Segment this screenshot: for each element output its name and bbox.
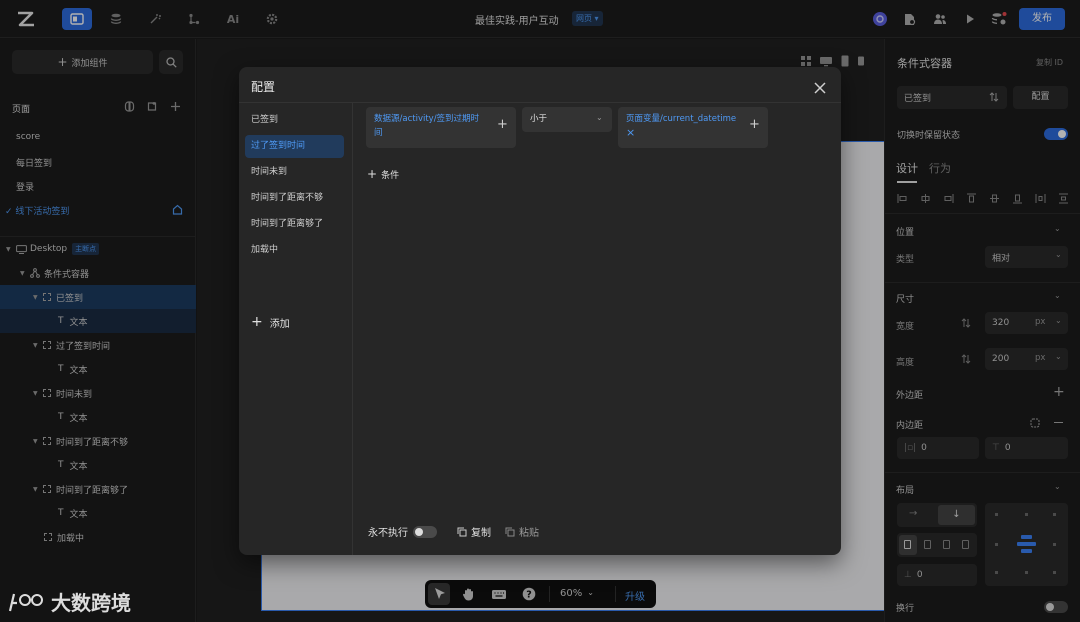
config-modal: 配置 已签到 过了签到时间 时间未到 时间到了距离不够 时间到了距离够了 加载中…	[239, 67, 841, 555]
condition-item[interactable]: 已签到	[245, 109, 344, 132]
paste-icon	[505, 527, 515, 536]
watermark: 大数跨境	[8, 587, 131, 616]
watermark-text: 大数跨境	[51, 591, 131, 615]
never-run-toggle[interactable]	[413, 525, 437, 538]
right-operand-chip[interactable]: 页面变量/current_datetime × +	[618, 107, 768, 148]
conditions-list: 已签到 过了签到时间 时间未到 时间到了距离不够 时间到了距离够了 加载中 + …	[239, 103, 353, 555]
chevron-down-icon: ⌄	[596, 113, 603, 122]
remove-icon[interactable]: ×	[626, 126, 768, 140]
condition-item-active[interactable]: 过了签到时间	[245, 135, 344, 158]
operator-select[interactable]: 小于 ⌄	[522, 107, 612, 132]
left-operand-chip[interactable]: 数据源/activity/签到过期时 间 +	[366, 107, 516, 148]
copy-icon	[457, 527, 467, 536]
condition-item[interactable]: 加载中	[245, 239, 344, 262]
condition-item[interactable]: 时间未到	[245, 161, 344, 184]
watermark-logo-icon	[8, 593, 43, 611]
paste-button[interactable]: 粘贴	[519, 524, 539, 539]
add-rule-button[interactable]: + 条件	[367, 167, 399, 181]
plus-icon[interactable]: +	[749, 118, 760, 132]
plus-icon: +	[251, 314, 263, 330]
plus-icon: +	[367, 167, 378, 181]
modal-title: 配置	[251, 80, 276, 94]
add-condition-button[interactable]: + 添加	[251, 314, 290, 330]
condition-item[interactable]: 时间到了距离够了	[245, 213, 344, 236]
plus-icon[interactable]: +	[497, 118, 508, 132]
right-operand-value: 页面变量/current_datetime	[626, 114, 737, 124]
left-operand-line1: 数据源/activity/签到过期时	[374, 114, 480, 124]
modal-footer: 永不执行 复制 粘贴	[368, 524, 539, 539]
left-operand-line2: 间	[374, 128, 383, 138]
condition-item[interactable]: 时间到了距离不够	[245, 187, 344, 210]
never-run-label: 永不执行	[368, 528, 408, 539]
close-icon[interactable]	[812, 80, 828, 96]
copy-button[interactable]: 复制	[471, 524, 491, 539]
